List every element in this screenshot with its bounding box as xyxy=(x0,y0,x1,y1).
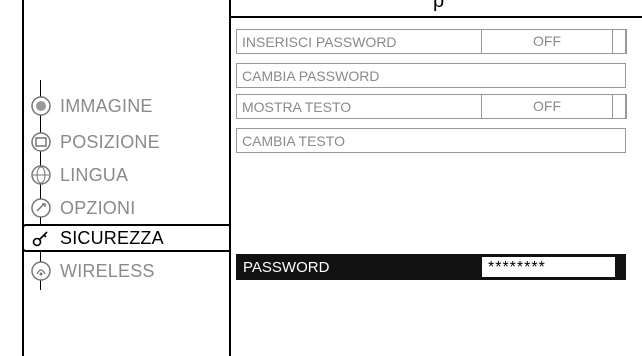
menu-item-label: OPZIONI xyxy=(60,197,136,218)
menu-item-posizione[interactable]: POSIZIONE xyxy=(30,127,160,157)
menu-item-sicurezza[interactable]: SICUREZZA xyxy=(30,223,164,253)
menu-item-immagine[interactable]: IMMAGINE xyxy=(30,91,153,121)
globe-icon xyxy=(30,164,52,186)
row-inserisci-password[interactable]: INSERISCI PASSWORD OFF xyxy=(236,29,627,54)
top-partial-glyph: p xyxy=(433,0,445,12)
menu-item-opzioni[interactable]: OPZIONI xyxy=(30,193,135,223)
row-cambia-password[interactable]: CAMBIA PASSWORD xyxy=(236,63,626,88)
row-label: MOSTRA TESTO xyxy=(242,99,352,115)
menu-item-label: WIRELESS xyxy=(60,260,155,281)
row-label: CAMBIA PASSWORD xyxy=(242,68,380,84)
menu-item-lingua[interactable]: LINGUA xyxy=(30,160,128,190)
end-cell xyxy=(612,29,627,54)
password-field[interactable]: ******** xyxy=(482,257,615,277)
row-label: INSERISCI PASSWORD xyxy=(242,34,397,50)
options-icon xyxy=(30,197,52,219)
value-cell[interactable]: OFF xyxy=(481,29,613,54)
menu-item-label: POSIZIONE xyxy=(60,131,160,152)
value-cell[interactable]: OFF xyxy=(481,94,613,119)
key-icon xyxy=(30,227,52,249)
password-entry-bar[interactable]: PASSWORD ******** xyxy=(236,254,626,280)
row-label: CAMBIA TESTO xyxy=(242,133,345,149)
end-cell xyxy=(612,94,627,119)
row-mostra-testo[interactable]: MOSTRA TESTO OFF xyxy=(236,94,627,119)
menu-item-wireless[interactable]: WIRELESS xyxy=(30,256,155,286)
menu-item-label: IMMAGINE xyxy=(60,95,153,116)
password-label: PASSWORD xyxy=(243,259,330,276)
left-frame-line xyxy=(22,0,24,356)
menu-item-label: SICUREZZA xyxy=(60,227,164,248)
menu-item-label: LINGUA xyxy=(60,164,129,185)
row-cambia-testo[interactable]: CAMBIA TESTO xyxy=(236,128,626,153)
image-icon xyxy=(30,95,52,117)
wireless-icon xyxy=(30,260,52,282)
position-icon xyxy=(30,131,52,153)
